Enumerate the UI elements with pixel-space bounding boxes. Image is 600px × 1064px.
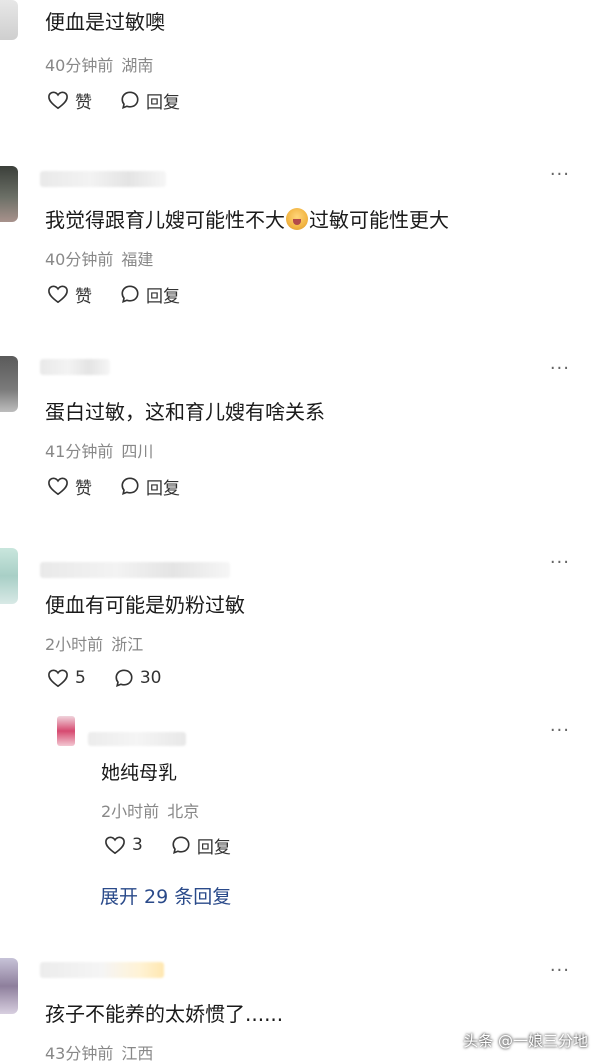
like-label: 赞: [75, 478, 92, 499]
reply-button[interactable]: 30: [114, 668, 162, 688]
reply-time: 2小时前: [101, 802, 160, 821]
comment-time: 41分钟前: [45, 442, 114, 461]
reply-button[interactable]: 回复: [120, 474, 180, 499]
comment-location: 湖南: [121, 56, 154, 75]
reply-button[interactable]: 回复: [171, 833, 231, 858]
more-dots-icon[interactable]: ···: [550, 164, 570, 185]
heart-outline-icon: [105, 836, 125, 855]
comment-meta: 2小时前 浙江: [45, 631, 143, 655]
reply-button[interactable]: 回复: [120, 282, 180, 307]
like-button[interactable]: 赞: [47, 88, 92, 113]
reply-label: 回复: [196, 837, 231, 858]
comment-time: 2小时前: [45, 635, 104, 654]
comment-time: 43分钟前: [45, 1044, 114, 1063]
comment-text: 蛋白过敏，这和育儿嫂有啥关系: [45, 400, 325, 424]
comment-time: 40分钟前: [45, 56, 114, 75]
comment-text: 便血是过敏噢: [45, 10, 165, 34]
reply-actions: 3 回复: [104, 833, 259, 858]
comment-meta: 40分钟前 福建: [45, 246, 153, 270]
comment-text: 孩子不能养的太娇惯了......: [45, 1002, 284, 1026]
avatar[interactable]: [0, 548, 18, 604]
like-button[interactable]: 赞: [47, 474, 92, 499]
reply-count: 30: [139, 668, 162, 688]
reply-label: 回复: [146, 286, 180, 307]
reply-location: 北京: [167, 802, 200, 821]
comment-location: 江西: [121, 1044, 154, 1063]
comment-location: 福建: [121, 250, 154, 269]
username-blurred[interactable]: [40, 171, 166, 187]
heart-outline-icon: [48, 285, 68, 304]
comment-actions: 5 30: [47, 666, 189, 690]
reply-label: 回复: [146, 92, 180, 113]
comment-actions: 赞 回复: [47, 282, 208, 307]
crying-face-emoji: [286, 208, 308, 230]
comment-location: 四川: [121, 442, 154, 461]
comment-text: 我觉得跟育儿嫂可能性不大 过敏可能性更大: [45, 204, 449, 233]
reply-avatar[interactable]: [57, 716, 75, 746]
comment-actions: 赞 回复: [47, 474, 208, 499]
avatar[interactable]: [0, 166, 18, 222]
comment-text: 便血有可能是奶粉过敏: [45, 593, 245, 617]
comment-meta: 43分钟前 江西: [45, 1040, 153, 1064]
comment-text-part: 我觉得跟育儿嫂可能性不大: [45, 208, 285, 232]
speech-bubble-icon: [121, 477, 139, 496]
heart-outline-icon: [48, 91, 68, 110]
speech-bubble-icon: [121, 285, 139, 304]
avatar[interactable]: [0, 958, 18, 1014]
like-button[interactable]: 5: [47, 668, 86, 688]
like-count: 5: [75, 668, 86, 688]
speech-bubble-icon: [121, 91, 139, 110]
reply-button[interactable]: 回复: [120, 88, 180, 113]
expand-replies-button[interactable]: 展开 29 条回复: [100, 882, 231, 909]
like-label: 赞: [75, 92, 92, 113]
comment-meta: 40分钟前 湖南: [45, 52, 153, 76]
comment-time: 40分钟前: [45, 250, 114, 269]
like-label: 赞: [75, 286, 92, 307]
reply-meta: 2小时前 北京: [101, 798, 199, 822]
avatar[interactable]: [0, 356, 18, 412]
more-dots-icon[interactable]: ···: [550, 960, 570, 981]
reply-label: 回复: [146, 478, 180, 499]
heart-outline-icon: [48, 669, 68, 688]
avatar[interactable]: [0, 0, 18, 40]
heart-outline-icon: [48, 477, 68, 496]
more-dots-icon[interactable]: ···: [550, 720, 570, 741]
comment-text-part: 过敏可能性更大: [309, 208, 449, 232]
comment-location: 浙江: [111, 635, 144, 654]
like-count: 3: [132, 835, 143, 855]
speech-bubble-icon: [172, 836, 190, 855]
like-button[interactable]: 赞: [47, 282, 92, 307]
username-blurred[interactable]: [40, 359, 110, 375]
like-button[interactable]: 3: [104, 835, 143, 855]
more-dots-icon[interactable]: ···: [550, 358, 570, 379]
username-blurred[interactable]: [40, 562, 230, 578]
reply-text: 她纯母乳: [101, 762, 178, 784]
reply-username-blurred[interactable]: [88, 732, 186, 746]
watermark: 头条 @一娘三分地: [463, 1032, 588, 1050]
comment-meta: 41分钟前 四川: [45, 438, 153, 462]
username-blurred[interactable]: [40, 962, 164, 978]
speech-bubble-icon: [115, 669, 133, 688]
more-dots-icon[interactable]: ···: [550, 552, 570, 573]
comment-actions: 赞 回复: [47, 88, 208, 113]
